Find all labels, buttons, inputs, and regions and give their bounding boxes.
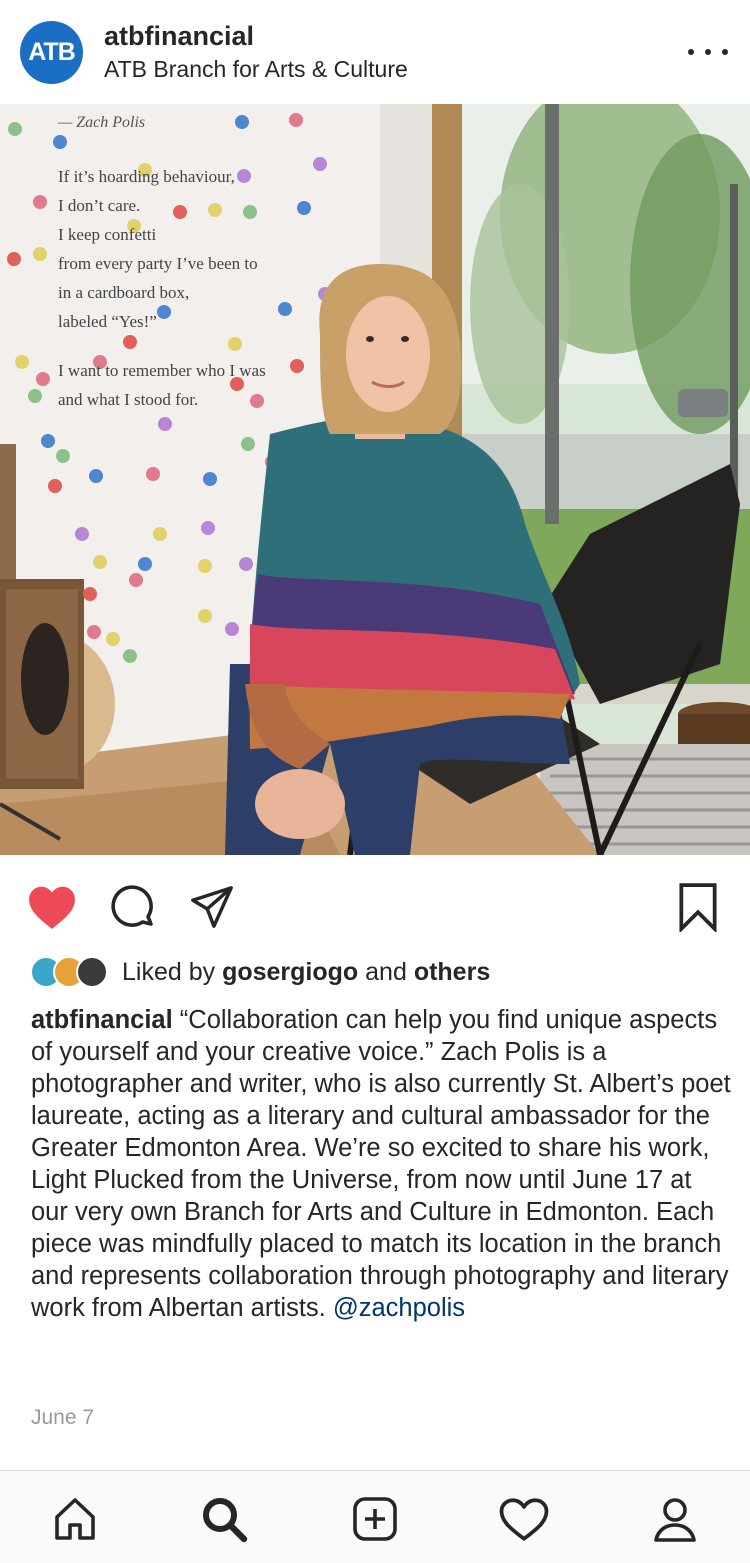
- activity-heart-icon[interactable]: [494, 1489, 554, 1549]
- liked-by-others[interactable]: others: [414, 958, 490, 986]
- poem-text: — Zach Polis If it’s hoarding behaviour,…: [58, 114, 266, 414]
- poem-line: I want to remember who I was: [58, 361, 266, 380]
- post-actions: [0, 855, 750, 955]
- send-icon[interactable]: [184, 879, 240, 935]
- caption-text: “Collaboration can help you find unique …: [31, 1006, 731, 1322]
- poem-line: I don’t care.: [58, 196, 141, 215]
- more-options-icon[interactable]: [688, 37, 728, 67]
- poem-line: from every party I’ve been to: [58, 254, 258, 273]
- post-photo[interactable]: — Zach Polis If it’s hoarding behaviour,…: [0, 104, 750, 855]
- search-icon[interactable]: [194, 1489, 254, 1549]
- post-header: ATB atbfinancial ATB Branch for Arts & C…: [0, 0, 750, 104]
- liked-by-user[interactable]: gosergiogo: [222, 958, 358, 986]
- poem-line: If it’s hoarding behaviour,: [58, 167, 235, 186]
- poem-line: and what I stood for.: [58, 390, 199, 409]
- post-username[interactable]: atbfinancial: [104, 20, 688, 52]
- liked-by-and: and: [365, 957, 407, 986]
- comment-icon[interactable]: [104, 879, 160, 935]
- new-post-icon[interactable]: [345, 1489, 405, 1549]
- poem-line: labeled “Yes!”: [58, 312, 157, 331]
- poem-line: I keep confetti: [58, 225, 157, 244]
- heart-filled-icon[interactable]: [24, 879, 80, 935]
- caption-mention[interactable]: @zachpolis: [333, 1294, 465, 1322]
- bottom-nav: [0, 1470, 750, 1563]
- header-text: atbfinancial ATB Branch for Arts & Cultu…: [104, 20, 688, 84]
- likes-text: Liked by gosergiogo and others: [122, 958, 490, 987]
- post-location[interactable]: ATB Branch for Arts & Culture: [104, 54, 688, 84]
- liked-by-prefix: Liked by: [122, 957, 216, 986]
- post-caption: atbfinancial “Collaboration can help you…: [31, 1004, 731, 1324]
- account-avatar[interactable]: ATB: [20, 20, 83, 84]
- liker-avatar: [76, 956, 108, 988]
- poem-credit: — Zach Polis: [58, 114, 146, 131]
- bookmark-icon[interactable]: [670, 879, 726, 935]
- likes-row[interactable]: Liked by gosergiogo and others: [30, 952, 490, 992]
- post-date: June 7: [31, 1406, 95, 1429]
- caption-username[interactable]: atbfinancial: [31, 1006, 173, 1034]
- profile-icon[interactable]: [645, 1489, 705, 1549]
- poem-line: in a cardboard box,: [58, 283, 190, 302]
- home-icon[interactable]: [45, 1489, 105, 1549]
